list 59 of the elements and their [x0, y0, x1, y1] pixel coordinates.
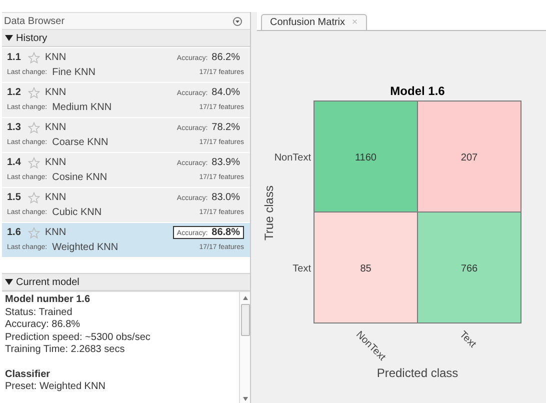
- scrollbar[interactable]: [239, 292, 250, 403]
- cell-value: 1160: [355, 152, 376, 164]
- scrollbar-thumb[interactable]: [240, 304, 250, 336]
- last-change-value: Fine KNN: [52, 67, 96, 78]
- model-type: KNN: [45, 157, 66, 168]
- detail-heading: Model number 1.6: [5, 294, 92, 306]
- model-type: KNN: [45, 227, 66, 238]
- model-type: KNN: [45, 122, 66, 133]
- model-number: 1.5: [7, 192, 22, 203]
- scroll-up-icon[interactable]: [242, 296, 248, 300]
- axis-label: Predicted class: [376, 366, 458, 380]
- model-number: 1.6: [7, 227, 22, 238]
- model-type: KNN: [45, 87, 66, 98]
- last-change-value: Cosine KNN: [52, 172, 108, 183]
- section-header[interactable]: Current model: [2, 273, 250, 291]
- star-icon[interactable]: [28, 122, 40, 134]
- collapse-icon: [5, 279, 13, 285]
- detail-line: Prediction speed: ~5300 obs/sec: [5, 332, 152, 344]
- accuracy-value: 86.8%: [212, 227, 240, 238]
- star-icon[interactable]: [28, 192, 40, 204]
- star-icon[interactable]: [28, 156, 40, 168]
- last-change-value: Coarse KNN: [52, 137, 108, 148]
- section-title: History: [16, 32, 48, 44]
- cell-value: 85: [360, 264, 372, 274]
- collapse-icon: [5, 35, 13, 41]
- accuracy-value: 83.9%: [212, 157, 240, 168]
- section-title: Current model: [16, 276, 80, 288]
- model-number: 1.2: [7, 87, 22, 98]
- accuracy-value: 78.2%: [212, 122, 240, 133]
- model-number: 1.4: [7, 157, 22, 168]
- model-number: 1.3: [7, 122, 22, 133]
- confusion-matrix-tab[interactable]: Confusion Matrix ×: [261, 14, 367, 30]
- accuracy-value: 84.0%: [212, 87, 240, 98]
- detail-line: Preset: Weighted KNN: [5, 381, 106, 394]
- detail-heading: Classifier: [5, 368, 52, 381]
- model-type: KNN: [45, 192, 66, 203]
- scroll-down-icon[interactable]: [242, 397, 248, 401]
- dropdown-icon[interactable]: [233, 16, 242, 26]
- accuracy-value: 86.2%: [212, 52, 240, 63]
- accuracy-value: 83.0%: [212, 192, 240, 203]
- cell-value: 766: [460, 264, 478, 274]
- star-icon[interactable]: [28, 226, 40, 238]
- row-label: NonText: [274, 152, 311, 164]
- section-header[interactable]: History: [2, 30, 250, 47]
- chart-title: Model 1.6: [390, 84, 445, 98]
- model-type: KNN: [45, 52, 66, 63]
- model-number: 1.1: [7, 52, 22, 63]
- detail-line: Training Time: 2.2683 secs: [5, 344, 126, 356]
- star-icon[interactable]: [28, 52, 40, 64]
- axis-label: True class: [262, 186, 276, 240]
- row-label: Text: [292, 264, 311, 274]
- last-change-value: Medium KNN: [52, 102, 112, 113]
- detail-line: Status: Trained: [5, 306, 74, 319]
- last-change-value: Cubic KNN: [52, 207, 102, 218]
- last-change-value: Weighted KNN: [52, 242, 118, 253]
- star-icon[interactable]: [28, 86, 40, 98]
- panel-title: Data Browser: [4, 16, 65, 26]
- cell-value: 207: [460, 152, 478, 164]
- detail-line: Accuracy: 86.8%: [5, 319, 82, 332]
